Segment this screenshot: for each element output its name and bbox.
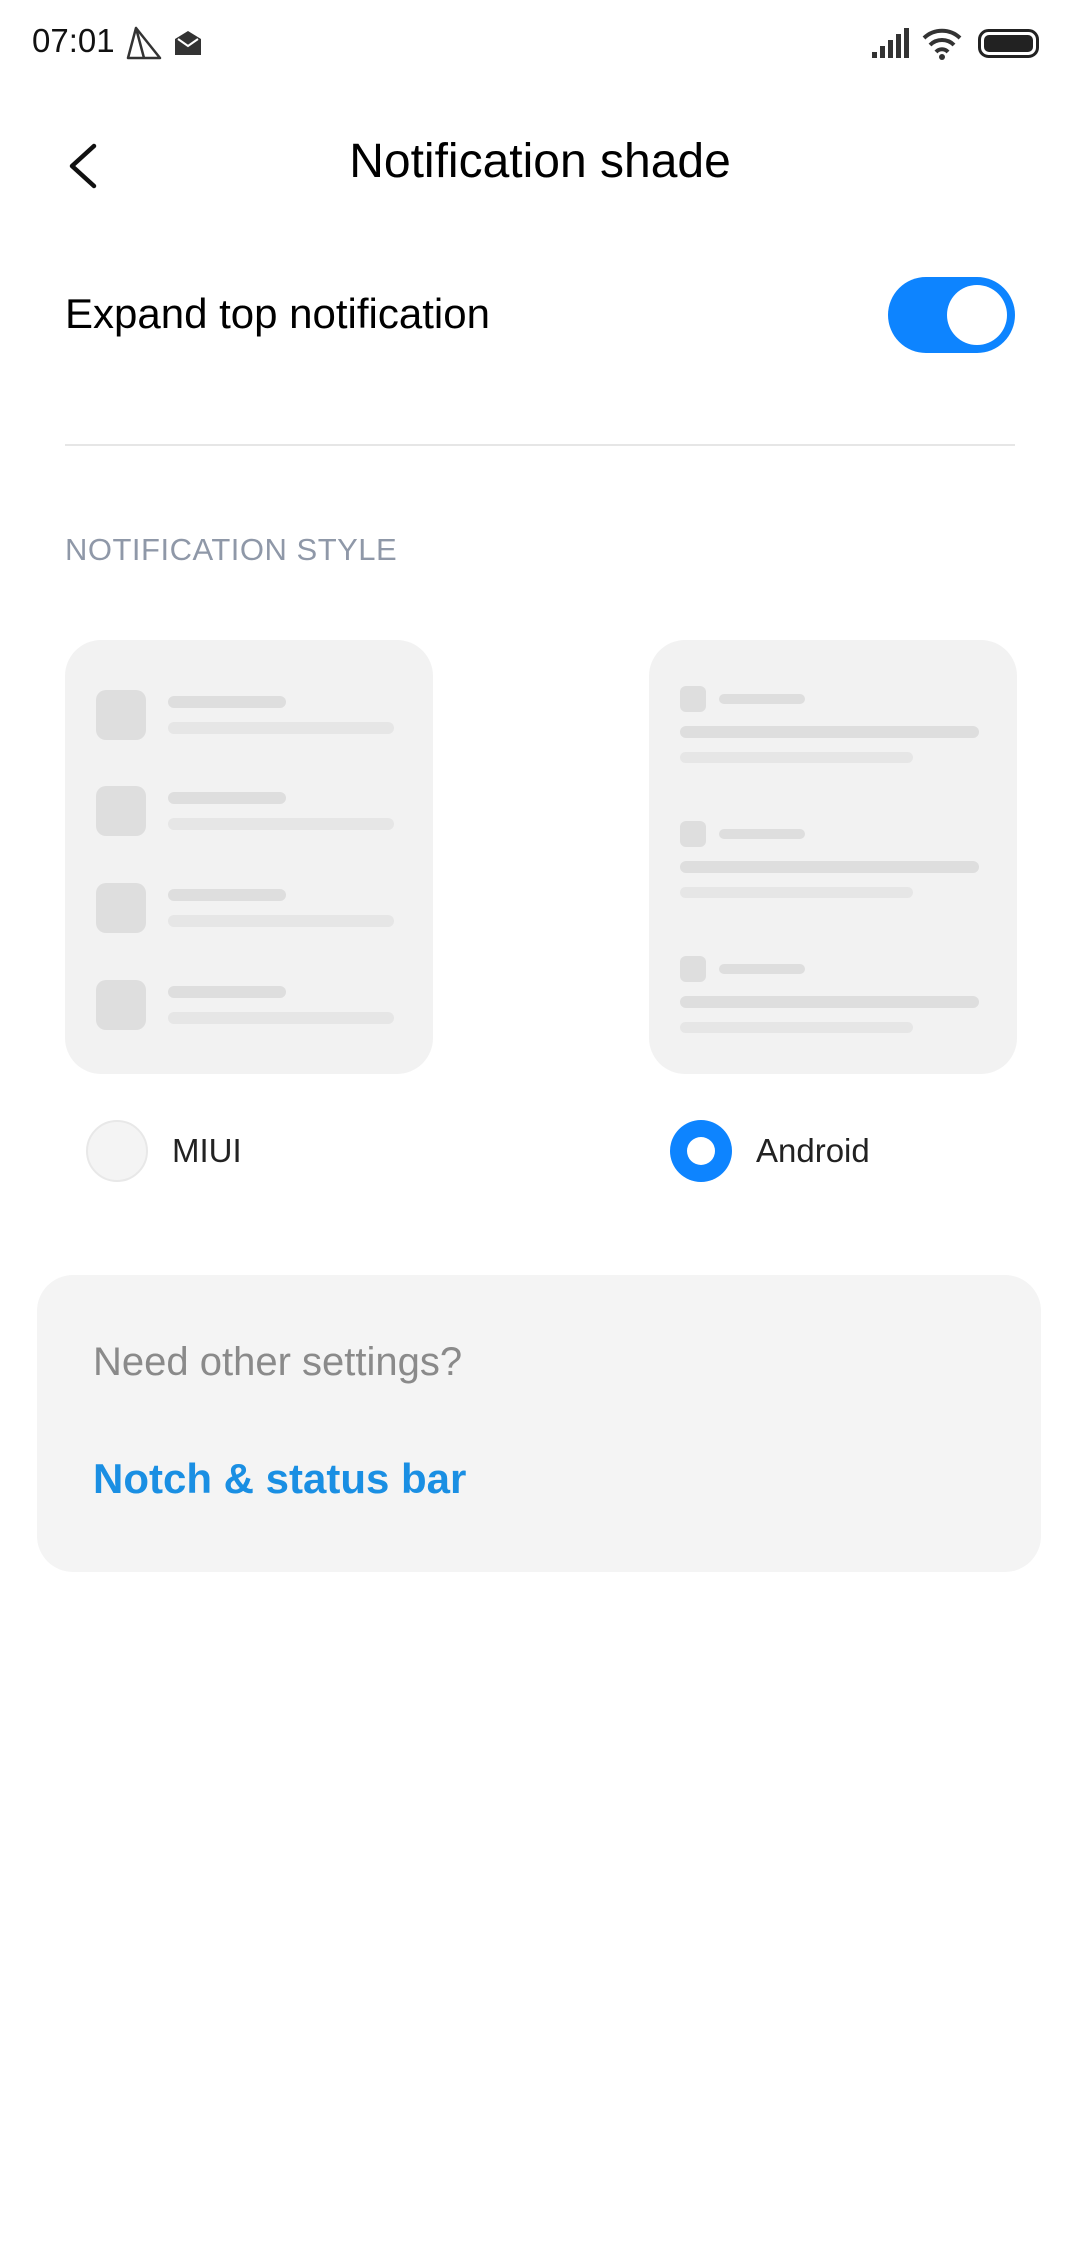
preview-placeholder	[719, 694, 805, 704]
preview-placeholder	[680, 887, 913, 898]
preview-placeholder	[680, 861, 979, 873]
preview-placeholder	[96, 690, 146, 740]
wifi-icon	[922, 26, 962, 65]
preview-placeholder	[719, 964, 805, 974]
radio-label-miui: MIUI	[172, 1132, 242, 1169]
preview-placeholder	[96, 786, 146, 836]
preview-placeholder	[680, 956, 706, 982]
preview-placeholder	[168, 818, 394, 830]
mail-icon	[173, 29, 203, 62]
radio-button-miui[interactable]	[86, 1120, 148, 1182]
preview-placeholder	[719, 829, 805, 839]
page-title: Notification shade	[349, 135, 731, 188]
paper-plane-icon	[126, 26, 162, 65]
back-arrow-icon	[50, 143, 120, 204]
other-settings-card: Need other settings? Notch & status bar	[37, 1275, 1041, 1572]
preview-placeholder	[168, 915, 394, 927]
radio-option-miui[interactable]: MIUI	[86, 1118, 386, 1188]
preview-placeholder	[680, 1022, 913, 1033]
preview-placeholder	[168, 792, 286, 804]
preview-placeholder	[680, 726, 979, 738]
preview-placeholder	[680, 686, 706, 712]
battery-icon	[978, 29, 1042, 64]
status-bar: 07:01	[0, 0, 1080, 88]
expand-top-notification-toggle[interactable]	[888, 277, 1015, 353]
miui-style-preview[interactable]	[65, 640, 433, 1074]
preview-placeholder	[168, 722, 394, 734]
status-time: 07:01	[32, 22, 115, 59]
expand-top-notification-row[interactable]: Expand top notification	[0, 255, 1080, 375]
section-header-notification-style: NOTIFICATION STYLE	[65, 532, 398, 567]
notch-status-bar-link[interactable]: Notch & status bar	[93, 1455, 466, 1503]
preview-placeholder	[680, 996, 979, 1008]
toggle-knob	[947, 285, 1007, 345]
preview-placeholder	[680, 821, 706, 847]
preview-placeholder	[168, 986, 286, 998]
radio-button-android[interactable]	[670, 1120, 732, 1182]
android-style-preview[interactable]	[649, 640, 1017, 1074]
preview-placeholder	[168, 889, 286, 901]
radio-label-android: Android	[756, 1132, 870, 1169]
preview-placeholder	[680, 752, 913, 763]
preview-placeholder	[168, 696, 286, 708]
other-settings-question: Need other settings?	[93, 1340, 463, 1384]
expand-top-notification-label: Expand top notification	[65, 290, 490, 337]
preview-placeholder	[96, 883, 146, 933]
radio-selected-dot	[687, 1137, 715, 1165]
preview-placeholder	[96, 980, 146, 1030]
signal-icon	[872, 28, 912, 65]
divider	[65, 444, 1015, 446]
radio-option-android[interactable]: Android	[670, 1118, 990, 1188]
preview-placeholder	[168, 1012, 394, 1024]
